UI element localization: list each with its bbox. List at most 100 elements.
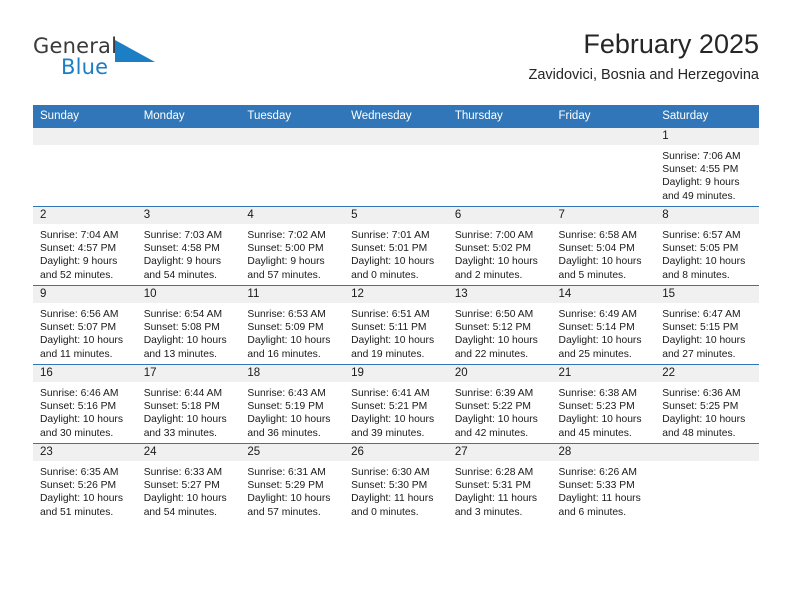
sunrise-text: Sunrise: 6:51 AM [351, 309, 430, 320]
sunrise-text: Sunrise: 7:01 AM [351, 230, 430, 241]
daylight-text-line1: Daylight: 10 hours [351, 256, 435, 268]
daylight-text-line2: and 30 minutes. [40, 427, 114, 439]
sunset-text: Sunset: 5:08 PM [143, 322, 220, 334]
daylight-text-line2: and 6 minutes. [558, 506, 627, 518]
daylight-text-line1: Daylight: 10 hours [247, 493, 331, 505]
day-cell[interactable]: 18 Sunrise: 6:43 AM Sunset: 5:19 PM Dayl… [240, 364, 345, 444]
day-details: Sunrise: 7:02 AM Sunset: 5:00 PM Dayligh… [240, 224, 344, 282]
day-cell[interactable]: 6 Sunrise: 7:00 AM Sunset: 5:02 PM Dayli… [447, 206, 552, 286]
day-cell[interactable]: 21 Sunrise: 6:38 AM Sunset: 5:23 PM Dayl… [551, 364, 656, 444]
day-cell[interactable]: 7 Sunrise: 6:58 AM Sunset: 5:04 PM Dayli… [551, 206, 656, 286]
sunset-text: Sunset: 5:15 PM [662, 322, 739, 334]
day-cell[interactable]: 23 Sunrise: 6:35 AM Sunset: 5:26 PM Dayl… [33, 443, 137, 522]
sunset-text: Sunset: 5:26 PM [40, 480, 117, 492]
day-cell[interactable]: 3 Sunrise: 7:03 AM Sunset: 4:58 PM Dayli… [136, 206, 241, 286]
weekday-header-wednesday: Wednesday [344, 105, 448, 128]
day-cell[interactable]: 14 Sunrise: 6:49 AM Sunset: 5:14 PM Dayl… [551, 285, 656, 365]
day-number: 7 [551, 207, 656, 224]
weekday-header-thursday: Thursday [447, 105, 552, 128]
sunrise-text: Sunrise: 6:39 AM [454, 388, 534, 399]
daylight-text-line2: and 11 minutes. [40, 348, 113, 360]
day-details: Sunrise: 6:44 AM Sunset: 5:18 PM Dayligh… [137, 382, 241, 440]
day-cell[interactable] [344, 127, 448, 207]
day-number: 12 [344, 286, 448, 303]
day-cell[interactable] [240, 127, 345, 207]
day-number: 1 [655, 128, 759, 145]
day-cell[interactable]: 25 Sunrise: 6:31 AM Sunset: 5:29 PM Dayl… [240, 443, 345, 522]
day-cell[interactable]: 12 Sunrise: 6:51 AM Sunset: 5:11 PM Dayl… [344, 285, 448, 365]
daylight-text-line1: Daylight: 10 hours [247, 335, 331, 347]
day-number: 22 [655, 365, 759, 382]
day-cell[interactable]: 10 Sunrise: 6:54 AM Sunset: 5:08 PM Dayl… [136, 285, 241, 365]
sunset-text: Sunset: 5:18 PM [143, 401, 220, 413]
weekday-header-saturday: Saturday [655, 105, 759, 128]
daylight-text-line2: and 39 minutes. [351, 427, 425, 439]
daylight-text-line1: Daylight: 10 hours [454, 335, 538, 347]
daylight-text-line1: Daylight: 9 hours [247, 256, 325, 268]
day-details: Sunrise: 6:56 AM Sunset: 5:07 PM Dayligh… [33, 303, 137, 361]
sunset-text: Sunset: 5:12 PM [454, 322, 531, 334]
day-details: Sunrise: 7:01 AM Sunset: 5:01 PM Dayligh… [344, 224, 448, 282]
daylight-text-line1: Daylight: 10 hours [143, 414, 227, 426]
daylight-text-line1: Daylight: 10 hours [558, 414, 642, 426]
day-cell[interactable] [33, 127, 137, 207]
day-cell[interactable] [136, 127, 241, 207]
day-cell[interactable]: 13 Sunrise: 6:50 AM Sunset: 5:12 PM Dayl… [447, 285, 552, 365]
daylight-text-line2: and 13 minutes. [143, 348, 217, 360]
day-details: Sunrise: 6:33 AM Sunset: 5:27 PM Dayligh… [137, 461, 241, 519]
day-cell[interactable]: 28 Sunrise: 6:26 AM Sunset: 5:33 PM Dayl… [551, 443, 656, 522]
day-cell[interactable]: 17 Sunrise: 6:44 AM Sunset: 5:18 PM Dayl… [136, 364, 241, 444]
daylight-text-line1: Daylight: 10 hours [558, 335, 642, 347]
sunrise-text: Sunrise: 6:46 AM [40, 388, 119, 399]
daylight-text-line2: and 8 minutes. [662, 269, 730, 281]
sunset-text: Sunset: 5:21 PM [351, 401, 428, 413]
day-number [240, 128, 345, 145]
day-cell[interactable]: 20 Sunrise: 6:39 AM Sunset: 5:22 PM Dayl… [447, 364, 552, 444]
day-cell[interactable]: 15 Sunrise: 6:47 AM Sunset: 5:15 PM Dayl… [655, 285, 759, 365]
daylight-text-line2: and 57 minutes. [247, 506, 321, 518]
sunrise-text: Sunrise: 6:50 AM [454, 309, 534, 320]
daylight-text-line1: Daylight: 10 hours [454, 414, 538, 426]
day-cell[interactable]: 1 Sunrise: 7:06 AM Sunset: 4:55 PM Dayli… [655, 127, 759, 207]
day-cell[interactable]: 19 Sunrise: 6:41 AM Sunset: 5:21 PM Dayl… [344, 364, 448, 444]
day-details: Sunrise: 6:50 AM Sunset: 5:12 PM Dayligh… [448, 303, 552, 361]
sunrise-text: Sunrise: 6:44 AM [143, 388, 223, 399]
day-number: 16 [33, 365, 137, 382]
brand-logo[interactable]: General Blue [33, 34, 163, 86]
day-cell[interactable] [551, 127, 656, 207]
day-cell[interactable]: 9 Sunrise: 6:56 AM Sunset: 5:07 PM Dayli… [33, 285, 137, 365]
day-cell[interactable]: 26 Sunrise: 6:30 AM Sunset: 5:30 PM Dayl… [344, 443, 448, 522]
daylight-text-line2: and 51 minutes. [40, 506, 114, 518]
day-cell[interactable]: 27 Sunrise: 6:28 AM Sunset: 5:31 PM Dayl… [447, 443, 552, 522]
day-details: Sunrise: 6:49 AM Sunset: 5:14 PM Dayligh… [552, 303, 656, 361]
day-cell[interactable]: 22 Sunrise: 6:36 AM Sunset: 5:25 PM Dayl… [655, 364, 759, 444]
day-cell[interactable]: 24 Sunrise: 6:33 AM Sunset: 5:27 PM Dayl… [136, 443, 241, 522]
blue-triangle-logo-icon [115, 40, 155, 62]
day-cell[interactable] [655, 443, 759, 522]
sunset-text: Sunset: 5:02 PM [454, 243, 531, 255]
daylight-text-line1: Daylight: 10 hours [454, 256, 538, 268]
day-number: 27 [447, 444, 552, 461]
day-cell[interactable]: 11 Sunrise: 6:53 AM Sunset: 5:09 PM Dayl… [240, 285, 345, 365]
sunset-text: Sunset: 5:01 PM [351, 243, 428, 255]
sunrise-text: Sunrise: 6:35 AM [40, 467, 119, 478]
day-number [447, 128, 552, 145]
sunset-text: Sunset: 5:30 PM [351, 480, 428, 492]
daylight-text-line1: Daylight: 11 hours [558, 493, 641, 505]
day-cell[interactable]: 8 Sunrise: 6:57 AM Sunset: 5:05 PM Dayli… [655, 206, 759, 286]
day-number: 2 [33, 207, 137, 224]
day-cell[interactable]: 4 Sunrise: 7:02 AM Sunset: 5:00 PM Dayli… [240, 206, 345, 286]
calendar-week-row: 2 Sunrise: 7:04 AM Sunset: 4:57 PM Dayli… [33, 206, 759, 286]
daylight-text-line2: and 25 minutes. [558, 348, 632, 360]
day-number: 13 [447, 286, 552, 303]
daylight-text-line2: and 33 minutes. [143, 427, 217, 439]
day-details: Sunrise: 6:41 AM Sunset: 5:21 PM Dayligh… [344, 382, 448, 440]
daylight-text-line1: Daylight: 10 hours [143, 493, 227, 505]
day-cell[interactable]: 5 Sunrise: 7:01 AM Sunset: 5:01 PM Dayli… [344, 206, 448, 286]
sunset-text: Sunset: 5:05 PM [662, 243, 739, 255]
day-cell[interactable]: 2 Sunrise: 7:04 AM Sunset: 4:57 PM Dayli… [33, 206, 137, 286]
sunrise-text: Sunrise: 6:47 AM [662, 309, 741, 320]
day-cell[interactable]: 16 Sunrise: 6:46 AM Sunset: 5:16 PM Dayl… [33, 364, 137, 444]
page-subtitle: Zavidovici, Bosnia and Herzegovina [528, 67, 759, 83]
day-cell[interactable] [447, 127, 552, 207]
